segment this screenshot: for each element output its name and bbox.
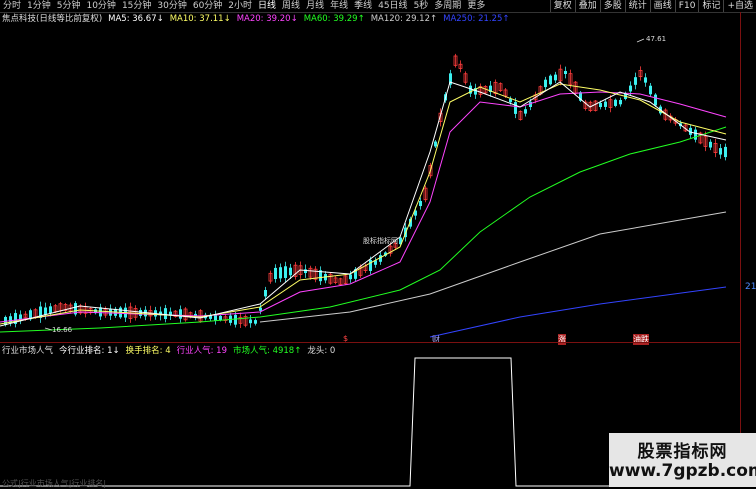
candle bbox=[619, 99, 622, 105]
candle bbox=[549, 75, 552, 85]
candle bbox=[434, 141, 437, 147]
period-tab[interactable]: 季线 bbox=[351, 0, 375, 12]
candle bbox=[694, 129, 697, 140]
candle bbox=[564, 70, 567, 75]
candle bbox=[164, 308, 167, 320]
period-tab[interactable]: 日线 bbox=[255, 0, 279, 12]
high-marker bbox=[636, 38, 645, 43]
indicator-legend: 行业市场人气 今行业排名: 1↓ 换手排名: 4 行业人气: 19 市场人气: … bbox=[2, 345, 335, 357]
candle bbox=[249, 319, 252, 324]
period-tab[interactable]: 1分钟 bbox=[24, 0, 54, 12]
toolbar-button[interactable]: 多股 bbox=[599, 0, 625, 12]
candle bbox=[254, 320, 257, 324]
candle bbox=[644, 77, 647, 83]
candle bbox=[44, 307, 47, 315]
event-marker-4[interactable]: 油跌 bbox=[633, 334, 649, 345]
period-tab[interactable]: 月线 bbox=[303, 0, 327, 12]
period-tab[interactable]: 10分钟 bbox=[83, 0, 118, 12]
toolbar-button[interactable]: 叠加 bbox=[574, 0, 600, 12]
ma250-line bbox=[429, 286, 727, 338]
candle bbox=[524, 109, 527, 114]
formula-status: 公式|行业市场人气|行业排名| bbox=[2, 479, 107, 488]
period-tab[interactable]: 60分钟 bbox=[190, 0, 225, 12]
candle bbox=[649, 85, 652, 95]
period-tab[interactable]: 30分钟 bbox=[154, 0, 189, 12]
period-tab[interactable]: 年线 bbox=[327, 0, 351, 12]
candle bbox=[719, 148, 722, 155]
top-right-toolbar: 复权 叠加 多股 统计 画线 F10 标记 +自选 bbox=[549, 0, 756, 12]
period-tab[interactable]: 更多 bbox=[464, 0, 488, 12]
period-tab[interactable]: 45日线 bbox=[375, 0, 410, 12]
candle bbox=[369, 259, 372, 271]
right-axis-value: 21 bbox=[745, 282, 756, 292]
leader-value: 龙头: 0 bbox=[307, 346, 336, 356]
candle bbox=[614, 99, 617, 106]
candle bbox=[419, 200, 422, 207]
period-tab[interactable]: 分时 bbox=[0, 0, 24, 12]
period-tab[interactable]: 周线 bbox=[279, 0, 303, 12]
candle bbox=[724, 146, 727, 158]
candle bbox=[289, 267, 292, 276]
candle bbox=[214, 314, 217, 321]
turnover-rank: 换手排名: 4 bbox=[125, 346, 171, 356]
candle bbox=[259, 307, 262, 311]
candle bbox=[264, 290, 267, 297]
candle bbox=[629, 85, 632, 92]
period-tab[interactable]: 5分钟 bbox=[54, 0, 84, 12]
industry-popularity: 行业人气: 19 bbox=[176, 346, 227, 356]
low-price-label: 16.66 bbox=[52, 326, 73, 334]
candle bbox=[99, 307, 102, 317]
industry-rank: 今行业排名: 1↓ bbox=[59, 346, 120, 356]
candle bbox=[274, 267, 277, 280]
ma20-line bbox=[0, 91, 727, 323]
watermark-title: 股票指标网 bbox=[637, 442, 728, 462]
toolbar-button[interactable]: +自选 bbox=[723, 0, 756, 12]
ma120-line bbox=[259, 211, 727, 323]
toolbar-button[interactable]: 画线 bbox=[649, 0, 675, 12]
period-tab[interactable]: 2小时 bbox=[225, 0, 255, 12]
candlestick-chart[interactable] bbox=[0, 12, 740, 342]
candle bbox=[349, 274, 352, 280]
period-tab[interactable]: 15分钟 bbox=[119, 0, 154, 12]
candle bbox=[599, 102, 602, 108]
high-price-label: 47.61 bbox=[646, 35, 667, 43]
ma5-line bbox=[0, 81, 727, 327]
candle bbox=[654, 94, 657, 106]
indicator-title: 行业市场人气 bbox=[2, 346, 54, 356]
candle bbox=[179, 309, 182, 319]
event-marker-3[interactable]: 涨 bbox=[558, 334, 566, 345]
candle bbox=[604, 101, 607, 107]
period-tab[interactable]: 多周期 bbox=[431, 0, 464, 12]
watermark-url: www.7gpzb.com bbox=[609, 461, 756, 481]
right-axis bbox=[740, 12, 756, 487]
ma10-line bbox=[0, 83, 727, 325]
candle bbox=[284, 266, 287, 278]
chart-stamp: 股标指标网 bbox=[363, 237, 398, 245]
candle bbox=[49, 306, 52, 314]
event-marker-2[interactable]: 财 bbox=[432, 334, 440, 345]
candle bbox=[554, 74, 557, 81]
candle bbox=[634, 77, 637, 85]
candle bbox=[514, 102, 517, 114]
period-tab[interactable]: 5秒 bbox=[411, 0, 432, 12]
candle bbox=[279, 267, 282, 279]
candle bbox=[709, 141, 712, 148]
toolbar-button[interactable]: 统计 bbox=[624, 0, 650, 12]
pane-divider bbox=[0, 342, 740, 343]
market-popularity: 市场人气: 4918↑ bbox=[233, 346, 302, 356]
watermark-logo: 股票指标网 www.7gpzb.com bbox=[609, 433, 756, 487]
toolbar-button[interactable]: 标记 bbox=[698, 0, 723, 12]
candle bbox=[234, 314, 237, 325]
toolbar-button[interactable]: 复权 bbox=[549, 0, 575, 12]
candle bbox=[544, 79, 547, 88]
toolbar-button[interactable]: F10 bbox=[674, 0, 699, 12]
